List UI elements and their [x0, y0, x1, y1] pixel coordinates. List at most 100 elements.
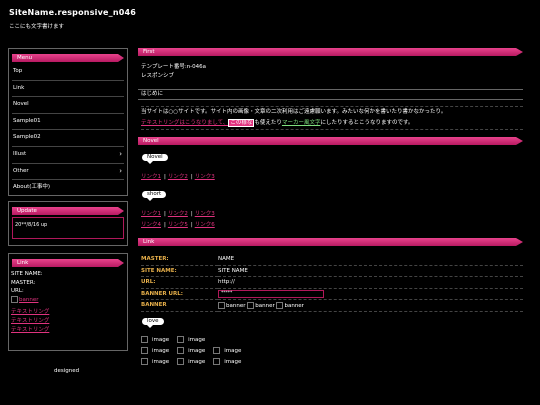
short-link-3[interactable]: リンク3	[195, 211, 215, 217]
intro-text-end: にしたりするとこうなりますのです。	[320, 120, 414, 126]
broken-image-icon	[177, 347, 185, 354]
broken-image-icon	[141, 358, 148, 365]
menu-item-link[interactable]: Link	[12, 81, 124, 98]
love-badge: love	[142, 318, 164, 328]
intro-text: 当サイトは○○サイトです。サイト内の画像・文章の二次利用はご遠慮願います。みたい…	[141, 106, 523, 130]
link-info: SITE NAME: MASTER: URL: banner テキストリング テ…	[11, 270, 49, 334]
update-entry: 20**/8/16 up	[12, 217, 124, 239]
site-subtitle: ここにも文字書けます	[9, 24, 65, 30]
love-badge-label: love	[147, 318, 159, 324]
menu-item-about[interactable]: About(工事中)	[12, 180, 124, 196]
broken-image-icon	[247, 301, 255, 309]
image-row-2: image image image	[141, 347, 249, 354]
separator: |	[190, 222, 193, 228]
first-heading: First	[138, 48, 523, 56]
image-thumb[interactable]: image	[213, 358, 245, 365]
broken-image-icon	[141, 347, 148, 354]
image-thumb[interactable]: image	[141, 336, 173, 343]
broken-image-icon	[141, 336, 148, 343]
highlight-text: この様な	[228, 119, 255, 127]
table-row: SITE NAME: SITE NAME	[141, 265, 523, 277]
menu-heading: Menu	[12, 54, 124, 62]
image-thumb[interactable]: image	[177, 336, 209, 343]
novel-badge-label: Novel	[147, 154, 163, 160]
menu-item-sample01[interactable]: Sample01	[12, 114, 124, 131]
intro-line-2: テキストリングはこうなりまして、 この様な も使えたりマーカー風文字にしたりするとこ…	[141, 118, 523, 129]
info-key: BANNER	[141, 299, 218, 312]
separator: |	[164, 222, 166, 228]
info-value: banner banner banner	[218, 299, 523, 312]
table-row: URL: http://	[141, 276, 523, 289]
table-row: BANNER banner banner banner	[141, 299, 523, 312]
info-value: SITE NAME	[218, 265, 523, 277]
menu-item-sample02[interactable]: Sample02	[12, 130, 124, 147]
info-key: URL:	[141, 276, 218, 289]
image-thumb[interactable]: image	[141, 358, 173, 365]
text-link-1[interactable]: テキストリング	[11, 309, 49, 315]
image-row-1: image image	[141, 336, 213, 343]
update-box: Update 20**/8/16 up	[8, 201, 128, 246]
marker-text: マーカー風文字	[281, 120, 321, 126]
broken-image-icon	[213, 347, 221, 354]
menu-item-top[interactable]: Top	[12, 64, 124, 81]
intro-heading: はじめに	[138, 89, 523, 100]
novel-link-1[interactable]: リンク1	[141, 174, 161, 180]
image-row-3: image image image	[141, 358, 249, 365]
menu-item-novel[interactable]: Novel	[12, 97, 124, 114]
link-info-table: MASTER: NAME SITE NAME: SITE NAME URL: http…	[141, 254, 523, 312]
banner-image[interactable]: banner	[276, 301, 304, 309]
text-link-3[interactable]: テキストリング	[11, 327, 49, 333]
responsive-label: レスポンシブ	[141, 73, 175, 79]
broken-image-icon	[218, 301, 225, 309]
info-value: NAME	[218, 254, 523, 266]
short-badge-label: short	[147, 191, 162, 197]
short-link-2[interactable]: リンク2	[168, 211, 188, 217]
menu-item-other[interactable]: Other ›	[12, 164, 124, 181]
banner-url-field[interactable]: *****	[218, 289, 324, 298]
info-key: SITE NAME:	[141, 265, 218, 277]
image-thumb[interactable]: image	[177, 358, 209, 365]
template-number: テンプレート番号:n-046a	[141, 64, 207, 70]
intro-text-mid: も使えたり	[254, 120, 282, 126]
menu-item-illust[interactable]: Illust ›	[12, 147, 124, 164]
banner-link[interactable]: banner	[19, 297, 38, 303]
menu-list: Top Link Novel Sample01 Sample02 Illust ›…	[12, 64, 124, 196]
info-value: http://	[218, 276, 523, 289]
short-link-6[interactable]: リンク6	[195, 222, 215, 228]
novel-links: リンク1 | リンク2 | リンク3	[141, 172, 216, 180]
text-link-2[interactable]: テキストリング	[11, 318, 49, 324]
link-master: MASTER:	[11, 279, 36, 286]
link-heading: Link	[12, 259, 124, 267]
image-thumb[interactable]: image	[213, 347, 245, 354]
site-title[interactable]: SiteName.responsive_n046	[9, 8, 136, 17]
first-body: テンプレート番号:n-046a レスポンシブ	[141, 63, 206, 81]
info-key: MASTER:	[141, 254, 218, 266]
broken-image-icon	[276, 301, 284, 309]
separator: |	[190, 174, 193, 180]
table-row: BANNER URL: *****	[141, 288, 523, 300]
intro-text-link[interactable]: テキストリングはこうなりまして、	[141, 120, 228, 126]
image-thumb[interactable]: image	[141, 347, 173, 354]
short-link-1[interactable]: リンク1	[141, 211, 161, 217]
designed-credit[interactable]: designed	[54, 368, 79, 374]
broken-image-icon	[177, 358, 185, 365]
image-thumb[interactable]: image	[177, 347, 209, 354]
banner-image[interactable]: banner	[247, 301, 275, 309]
short-link-4[interactable]: リンク4	[141, 222, 161, 228]
novel-badge: Novel	[142, 154, 168, 164]
link-section-heading: Link	[138, 238, 523, 246]
info-value: *****	[218, 288, 523, 300]
novel-link-2[interactable]: リンク2	[168, 174, 188, 180]
intro-line-1: 当サイトは○○サイトです。サイト内の画像・文章の二次利用はご遠慮願います。みたい…	[141, 109, 447, 115]
update-heading: Update	[12, 207, 124, 215]
broken-image-icon	[213, 358, 221, 365]
banner-image[interactable]: banner	[11, 295, 49, 305]
separator: |	[190, 211, 193, 217]
separator: |	[164, 174, 166, 180]
banner-image[interactable]: banner	[218, 301, 245, 309]
link-box: Link SITE NAME: MASTER: URL: banner テキスト…	[8, 253, 128, 351]
novel-link-3[interactable]: リンク3	[195, 174, 215, 180]
short-link-5[interactable]: リンク5	[168, 222, 188, 228]
broken-image-icon	[11, 295, 18, 303]
link-site-name: SITE NAME:	[11, 271, 43, 277]
